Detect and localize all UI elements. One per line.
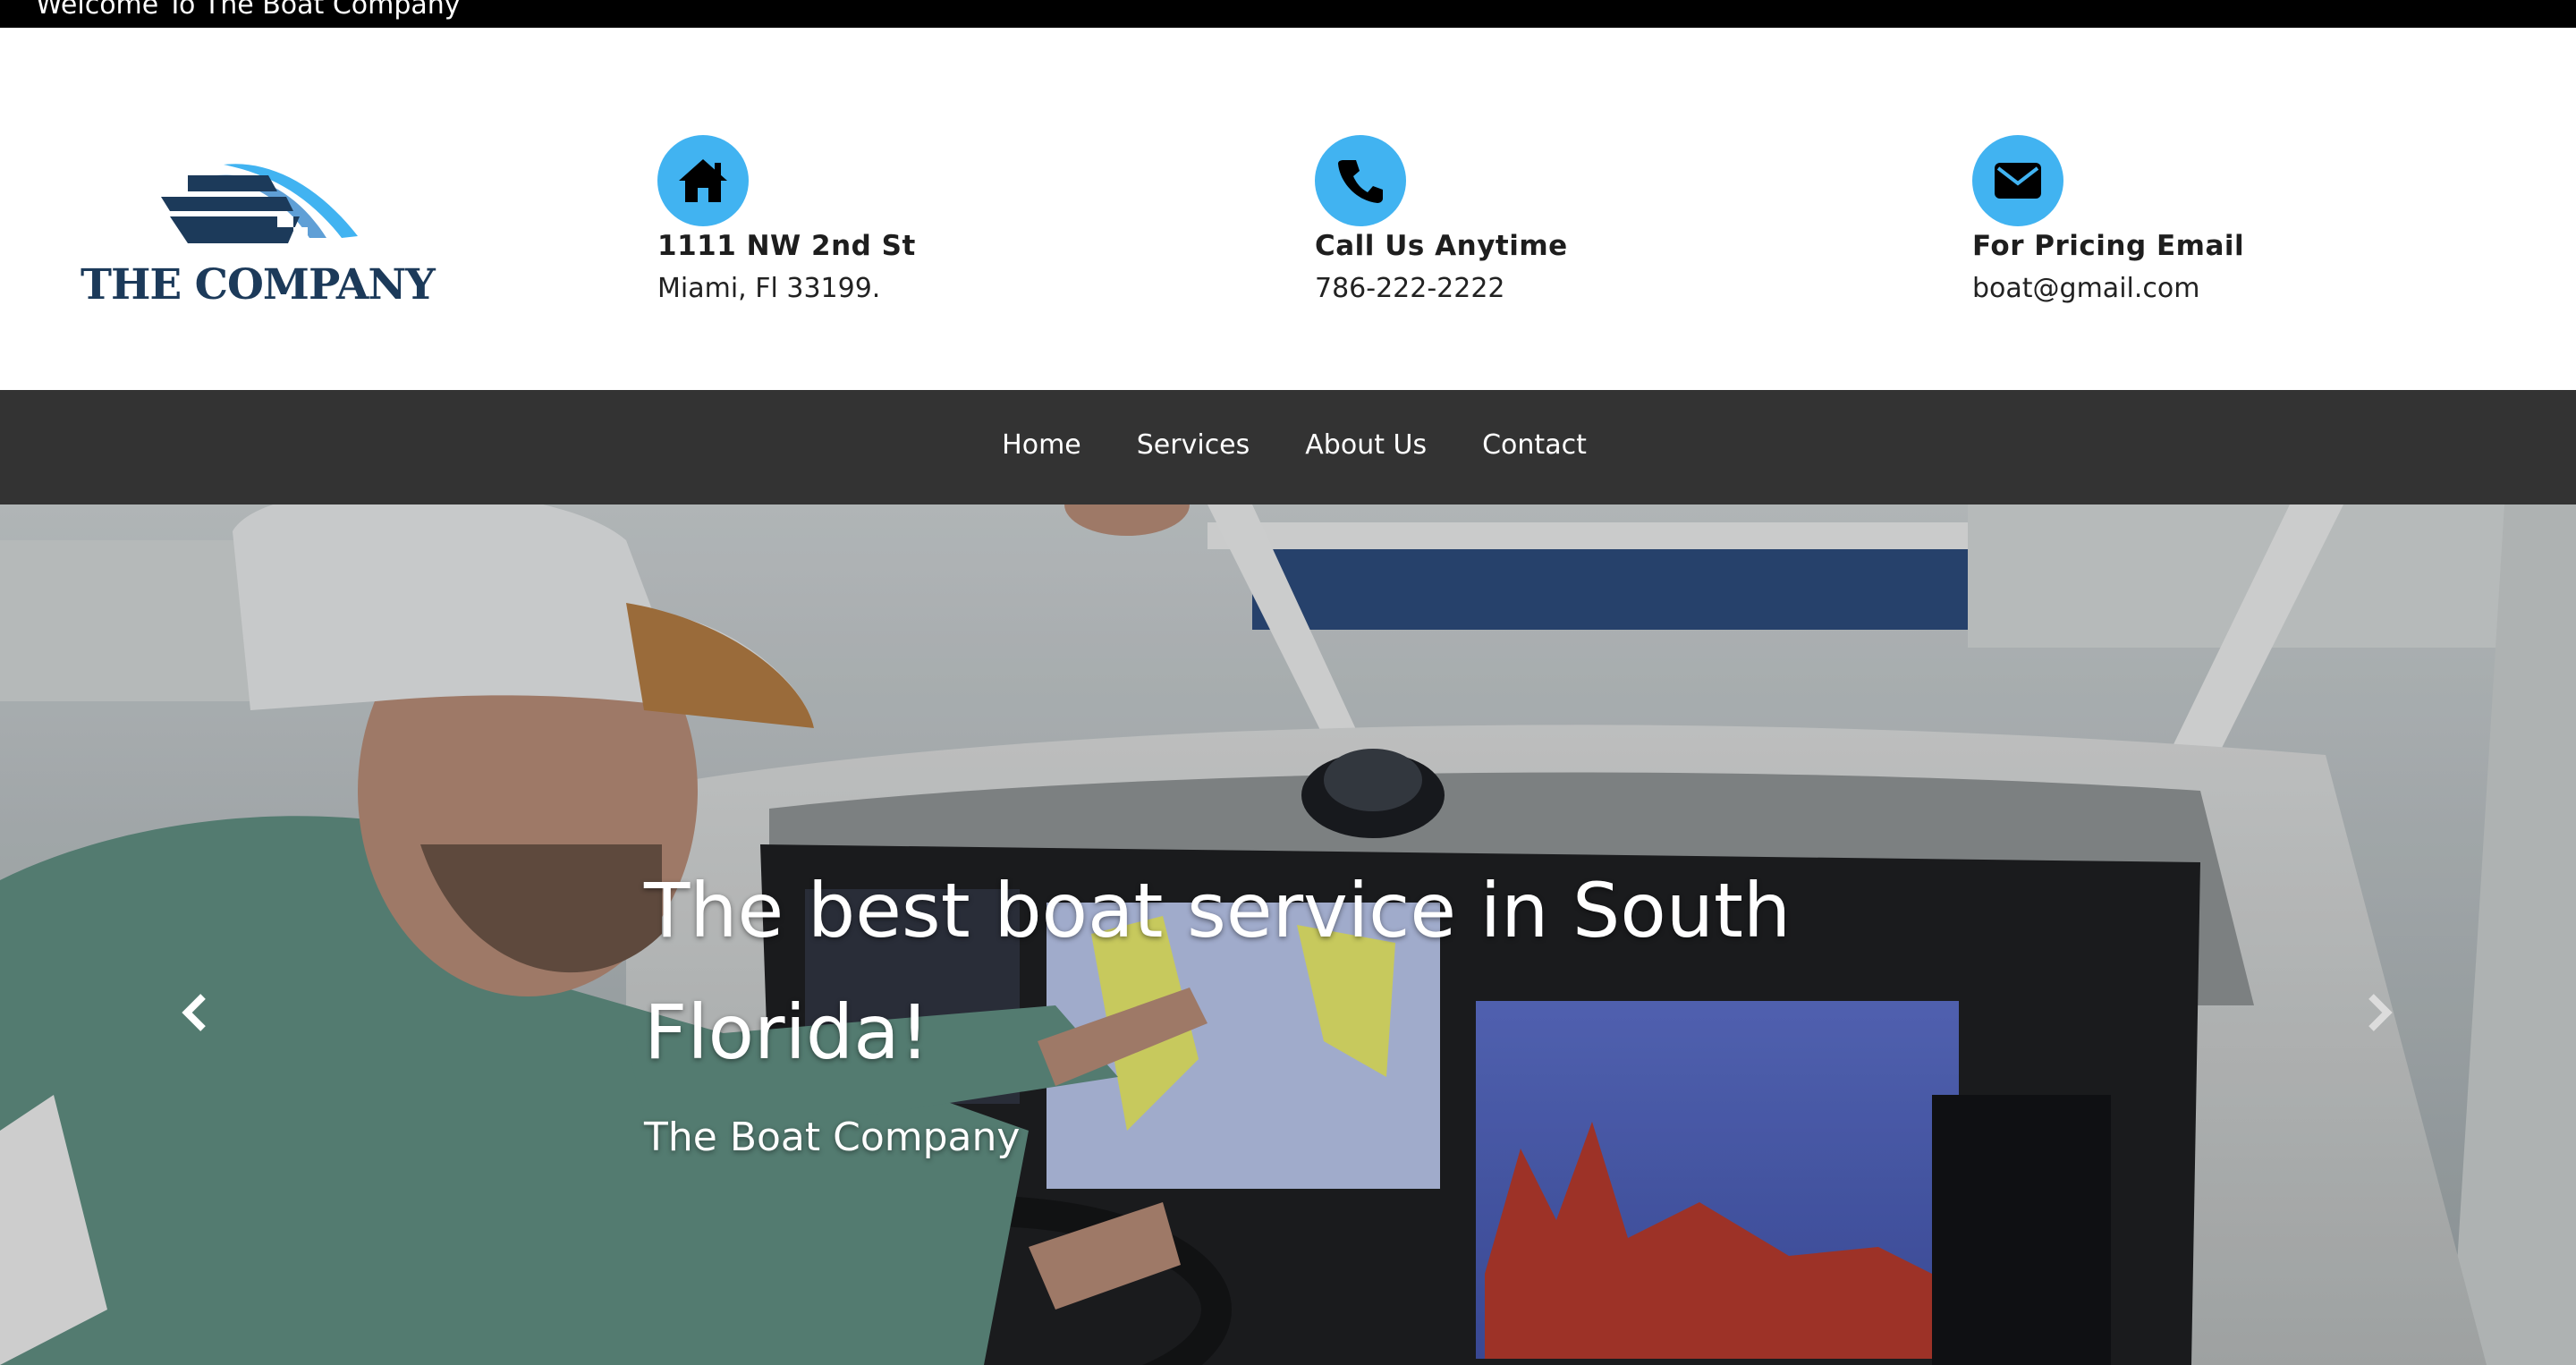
home-icon xyxy=(657,135,749,226)
nav-home[interactable]: Home xyxy=(1002,429,1081,461)
email-address[interactable]: boat@gmail.com xyxy=(1972,273,2509,304)
carousel-prev-button[interactable] xyxy=(166,986,220,1039)
email-block: For Pricing Email boat@gmail.com xyxy=(1972,135,2509,304)
main-nav: Home Services About Us Contact xyxy=(0,390,2576,504)
welcome-text: Welcome To The Boat Company xyxy=(36,0,461,21)
phone-title: Call Us Anytime xyxy=(1315,230,1568,262)
email-title: For Pricing Email xyxy=(1972,230,2245,262)
logo-text: THE COMPANY xyxy=(80,260,436,309)
address-city: Miami, Fl 33199. xyxy=(657,273,881,304)
chevron-right-icon xyxy=(2368,994,2393,1031)
hero-carousel: The best boat service in South Florida! … xyxy=(0,504,2576,1365)
chevron-left-icon xyxy=(182,994,206,1031)
header: THE COMPANY 1111 NW 2nd St Miami, Fl 331… xyxy=(0,28,2576,390)
phone-number[interactable]: 786-222-2222 xyxy=(1315,273,1852,304)
address-street: 1111 NW 2nd St xyxy=(657,230,916,262)
hero-headline: The best boat service in South Florida! xyxy=(644,867,1792,1076)
top-bar: Welcome To The Boat Company xyxy=(0,0,2576,28)
phone-icon xyxy=(1315,135,1406,226)
nav-contact[interactable]: Contact xyxy=(1482,429,1587,461)
envelope-icon xyxy=(1972,135,2063,226)
carousel-next-button[interactable] xyxy=(2354,986,2408,1039)
address-block: 1111 NW 2nd St Miami, Fl 33199. xyxy=(657,135,1194,304)
hero-subline: The Boat Company xyxy=(644,1115,1021,1160)
phone-block: Call Us Anytime 786-222-2222 xyxy=(1315,135,1852,304)
nav-services[interactable]: Services xyxy=(1137,429,1250,461)
nav-about-us[interactable]: About Us xyxy=(1305,429,1427,461)
company-logo[interactable]: THE COMPANY xyxy=(80,157,436,309)
boat-logo-icon xyxy=(161,164,358,243)
